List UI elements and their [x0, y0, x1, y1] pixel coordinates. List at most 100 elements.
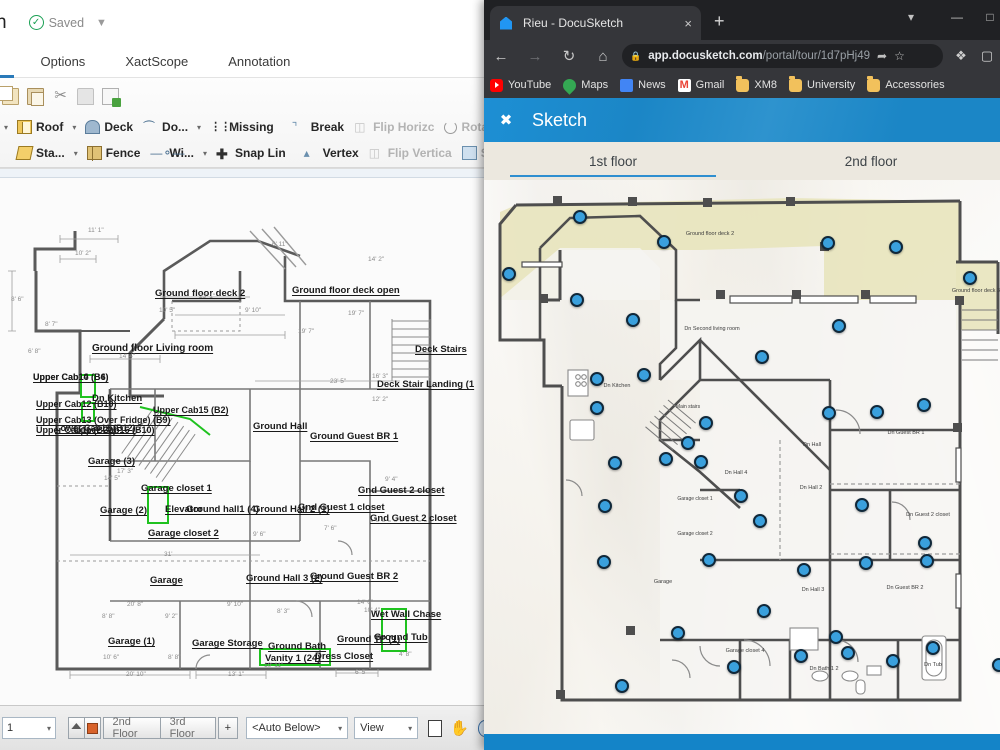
close-icon[interactable]: ×: [678, 16, 692, 31]
camera-marker[interactable]: [590, 372, 604, 386]
cut-icon[interactable]: ✂: [52, 88, 69, 105]
tool-rotate[interactable]: Rotate: [439, 115, 490, 139]
cad-canvas[interactable]: Ground floor deck 2 Ground floor deck ope…: [0, 168, 490, 705]
paste-icon[interactable]: [27, 88, 44, 106]
tool-stairs[interactable]: Sta...: [12, 141, 70, 165]
select-box-icon[interactable]: [428, 719, 443, 737]
camera-marker[interactable]: [920, 554, 934, 568]
bookmark-gmail[interactable]: M Gmail: [677, 78, 724, 92]
camera-marker[interactable]: [886, 654, 900, 668]
camera-marker[interactable]: [829, 630, 843, 644]
camera-marker[interactable]: [963, 271, 977, 285]
camera-marker[interactable]: [870, 405, 884, 419]
camera-marker[interactable]: [821, 236, 835, 250]
minimize-icon[interactable]: —: [934, 10, 980, 24]
camera-marker[interactable]: [598, 499, 612, 513]
copy-icon[interactable]: [0, 86, 19, 105]
camera-marker[interactable]: [755, 350, 769, 364]
camera-marker[interactable]: [832, 319, 846, 333]
camera-marker[interactable]: [608, 456, 622, 470]
camera-marker[interactable]: [659, 452, 673, 466]
camera-marker[interactable]: [702, 553, 716, 567]
camera-marker[interactable]: [889, 240, 903, 254]
camera-marker-layer[interactable]: [484, 180, 1000, 734]
tool-door[interactable]: ⏜ Do...: [138, 115, 193, 139]
camera-marker[interactable]: [570, 293, 584, 307]
camera-marker[interactable]: [699, 416, 713, 430]
camera-marker[interactable]: [822, 406, 836, 420]
tool-fence[interactable]: Fence: [82, 141, 146, 165]
tool-flip-vertical[interactable]: ◫ Flip Vertica: [364, 141, 457, 165]
tool-vertex[interactable]: ▴ Vertex: [299, 141, 364, 165]
view-select[interactable]: View ▾: [354, 717, 419, 739]
camera-marker[interactable]: [926, 641, 940, 655]
menu-item-options[interactable]: Options: [21, 54, 106, 69]
reload-button[interactable]: ↻: [552, 47, 586, 65]
tool-window[interactable]: —⚬— Wi...: [145, 141, 199, 165]
camera-marker[interactable]: [681, 436, 695, 450]
camera-marker[interactable]: [626, 313, 640, 327]
camera-marker[interactable]: [694, 455, 708, 469]
floor-tab-2nd[interactable]: 2nd Floor: [102, 716, 161, 740]
close-x-icon[interactable]: ✖: [484, 111, 528, 129]
share-icon[interactable]: ➦: [877, 49, 887, 63]
star-icon[interactable]: ☆: [894, 49, 905, 63]
chevron-down-icon[interactable]: ▾: [888, 10, 934, 24]
sidepanel-icon[interactable]: ▢: [974, 48, 1000, 64]
camera-marker[interactable]: [590, 401, 604, 415]
camera-marker[interactable]: [657, 235, 671, 249]
tool-missing[interactable]: ⋮⋮ Missing: [205, 115, 279, 139]
camera-marker[interactable]: [615, 679, 629, 693]
camera-marker[interactable]: [734, 489, 748, 503]
camera-marker[interactable]: [917, 398, 931, 412]
tool-snap-line[interactable]: ✚ Snap Lin: [211, 141, 291, 165]
forward-button[interactable]: →: [518, 48, 552, 65]
bookmark-university[interactable]: University: [789, 76, 855, 92]
tour-floorplan-viewport[interactable]: Ground floor deck 2 Ground floor deck 3 Dn…: [484, 180, 1000, 734]
zoom-level-combo[interactable]: 1 ▾: [2, 717, 56, 739]
bookmark-xm8[interactable]: XM8: [736, 76, 777, 92]
maximize-icon[interactable]: □: [980, 10, 1000, 24]
camera-marker[interactable]: [859, 556, 873, 570]
floor-tab-2[interactable]: 2nd floor: [742, 142, 1000, 180]
home-button[interactable]: ⌂: [586, 48, 620, 65]
door-caret-icon[interactable]: ▾: [193, 123, 205, 132]
group-caret-icon[interactable]: ▾: [0, 123, 12, 132]
camera-marker[interactable]: [753, 514, 767, 528]
tool-break[interactable]: ⌝ Break: [287, 115, 349, 139]
export-icon[interactable]: [102, 88, 121, 107]
extensions-puzzle-icon[interactable]: ❖: [948, 48, 974, 64]
browser-tab[interactable]: Rieu - DocuSketch ×: [490, 6, 701, 40]
chevron-down-icon[interactable]: ▼: [96, 17, 107, 29]
bookmark-youtube[interactable]: YouTube: [490, 78, 551, 92]
layer-color-button[interactable]: [83, 717, 101, 739]
tool-flip-horizontal[interactable]: ◫ Flip Horizc: [349, 115, 439, 139]
pin-toggle-button[interactable]: [68, 717, 85, 739]
camera-marker[interactable]: [797, 563, 811, 577]
tool-roof[interactable]: Roof: [12, 115, 68, 139]
save-status-chip[interactable]: ✓ Saved: [28, 15, 84, 30]
camera-marker[interactable]: [757, 604, 771, 618]
camera-marker[interactable]: [794, 649, 808, 663]
bookmark-news[interactable]: News: [620, 78, 666, 92]
camera-marker[interactable]: [573, 210, 587, 224]
camera-marker[interactable]: [502, 267, 516, 281]
menu-item-0[interactable]: s: [0, 54, 21, 69]
roof-caret-icon[interactable]: ▾: [68, 123, 80, 132]
camera-marker[interactable]: [727, 660, 741, 674]
bookmark-maps[interactable]: Maps: [560, 75, 608, 95]
address-bar[interactable]: 🔒 app.docusketch.com/portal/tour/1d7pHj4…: [622, 44, 943, 68]
camera-marker[interactable]: [597, 555, 611, 569]
add-floor-button[interactable]: +: [217, 717, 239, 739]
cad-floorplan-drawing[interactable]: [0, 169, 490, 705]
camera-marker[interactable]: [637, 368, 651, 382]
floor-tab-3rd[interactable]: 3rd Floor: [159, 716, 216, 740]
format-painter-icon[interactable]: [77, 88, 94, 105]
back-button[interactable]: ←: [484, 48, 518, 65]
pan-hand-icon[interactable]: ✋: [450, 719, 469, 737]
camera-marker[interactable]: [992, 658, 1000, 672]
bookmark-accessories[interactable]: Accessories: [867, 76, 945, 92]
menu-item-annotation[interactable]: Annotation: [208, 54, 310, 69]
camera-marker[interactable]: [918, 536, 932, 550]
camera-marker[interactable]: [671, 626, 685, 640]
